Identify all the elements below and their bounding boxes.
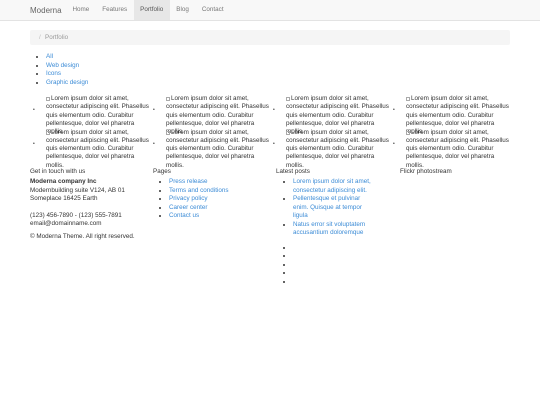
list-item: Contact us xyxy=(169,212,271,221)
list-item xyxy=(293,261,386,270)
portfolio-item[interactable]: • Lorem ipsum dolor sit amet, consectetur… xyxy=(150,128,270,169)
footer-contact: Get in touch with us Moderna company Inc… xyxy=(30,167,148,241)
flickr-title: Flickr photostream xyxy=(400,168,452,175)
bullet-icon: • xyxy=(393,107,395,113)
portfolio-item[interactable]: • Lorem ipsum dolor sit amet, consectetur… xyxy=(390,94,510,135)
filter-item: Graphic design xyxy=(46,79,88,88)
broken-image-icon xyxy=(406,130,410,135)
link-terms[interactable]: Terms and conditions xyxy=(169,187,229,194)
link-press-release[interactable]: Press release xyxy=(169,178,208,185)
filter-all[interactable]: All xyxy=(46,53,53,60)
breadcrumb: / Portfolio xyxy=(30,30,510,45)
empty-post-list xyxy=(285,244,386,287)
broken-image-icon xyxy=(406,97,410,101)
portfolio-row: • Lorem ipsum dolor sit amet, consectetur… xyxy=(30,128,510,169)
address-line-2: Someplace 16425 Earth xyxy=(30,195,98,202)
post-link[interactable]: Lorem ipsum dolor sit amet, consectetur … xyxy=(293,178,371,194)
contact-title: Get in touch with us xyxy=(30,168,86,175)
address-line-1: Modernbuilding suite V124, AB 01 xyxy=(30,186,125,194)
nav-features[interactable]: Features xyxy=(96,0,134,20)
list-item: Privacy policy xyxy=(169,195,271,204)
portfolio-item[interactable]: • Lorem ipsum dolor sit amet, consectetur… xyxy=(270,94,390,135)
list-item: Terms and conditions xyxy=(169,187,271,196)
nav-portfolio[interactable]: Portfolio xyxy=(133,0,170,20)
broken-image-icon xyxy=(166,97,170,101)
filter-web-design[interactable]: Web design xyxy=(46,62,79,69)
filter-graphic-design[interactable]: Graphic design xyxy=(46,79,88,86)
broken-image-icon xyxy=(166,130,170,135)
filter-item: Icons xyxy=(46,70,88,79)
bullet-icon: • xyxy=(273,140,275,147)
latest-posts-title: Latest posts xyxy=(276,168,310,175)
post-link[interactable]: Natus error sit voluptatem accusantium d… xyxy=(293,221,365,237)
footer-pages: Pages Press release Terms and conditions… xyxy=(153,167,271,221)
nav-contact[interactable]: Contact xyxy=(195,0,230,20)
portfolio-item[interactable]: • Lorem ipsum dolor sit amet, consectetur… xyxy=(30,128,150,169)
broken-image-icon xyxy=(286,97,290,101)
nav-blog[interactable]: Blog xyxy=(170,0,196,20)
nav-home[interactable]: Home xyxy=(66,0,96,20)
portfolio-image-alt: Lorem ipsum dolor sit amet, consectetur … xyxy=(406,128,509,169)
portfolio-image-alt: Lorem ipsum dolor sit amet, consectetur … xyxy=(166,128,269,169)
company-name: Moderna company Inc xyxy=(30,178,97,185)
copyright-text: © Moderna Theme. All right reserved. xyxy=(30,232,135,240)
footer-latest-posts: Latest posts Lorem ipsum dolor sit amet,… xyxy=(276,167,386,286)
list-item xyxy=(293,244,386,253)
post-link[interactable]: Pellentesque et pulvinar enim. Quisque a… xyxy=(293,195,362,219)
phone-numbers: (123) 456-7890 - (123) 555-7891 xyxy=(30,211,122,219)
bullet-icon: • xyxy=(393,140,395,147)
link-career[interactable]: Career center xyxy=(169,204,208,211)
bullet-icon: • xyxy=(153,107,155,113)
pages-title: Pages xyxy=(153,168,171,175)
filter-item: All xyxy=(46,53,88,62)
list-item: Pellentesque et pulvinar enim. Quisque a… xyxy=(293,195,375,221)
filter-item: Web design xyxy=(46,62,88,71)
list-item: Natus error sit voluptatem accusantium d… xyxy=(293,221,375,238)
broken-image-icon xyxy=(286,130,290,135)
list-item xyxy=(293,252,386,261)
bullet-icon: • xyxy=(33,107,35,113)
email-address: email@domainname.com xyxy=(30,220,102,227)
list-item: Press release xyxy=(169,178,271,187)
portfolio-grid: • Lorem ipsum dolor sit amet, consectetur… xyxy=(30,94,510,169)
latest-posts-list: Lorem ipsum dolor sit amet, consectetur … xyxy=(285,178,375,238)
filter-icons[interactable]: Icons xyxy=(46,70,61,77)
link-privacy[interactable]: Privacy policy xyxy=(169,195,208,202)
bullet-icon: • xyxy=(153,140,155,147)
portfolio-item[interactable]: • Lorem ipsum dolor sit amet, consectetur… xyxy=(150,94,270,135)
list-item xyxy=(293,278,386,287)
list-item: Lorem ipsum dolor sit amet, consectetur … xyxy=(293,178,375,195)
bullet-icon: • xyxy=(273,107,275,113)
top-navbar: Moderna Home Features Portfolio Blog Con… xyxy=(0,0,540,21)
footer-flickr: Flickr photostream xyxy=(400,167,510,176)
list-item: Career center xyxy=(169,204,271,213)
portfolio-item[interactable]: • Lorem ipsum dolor sit amet, consectetur… xyxy=(270,128,390,169)
breadcrumb-current: Portfolio xyxy=(45,34,69,41)
brand-logo[interactable]: Moderna xyxy=(30,6,62,15)
bullet-icon: • xyxy=(33,140,35,147)
portfolio-row: • Lorem ipsum dolor sit amet, consectetur… xyxy=(30,94,510,135)
link-contact-us[interactable]: Contact us xyxy=(169,212,199,219)
portfolio-item[interactable]: • Lorem ipsum dolor sit amet, consectetur… xyxy=(30,94,150,135)
portfolio-image-alt: Lorem ipsum dolor sit amet, consectetur … xyxy=(286,128,389,169)
broken-image-icon xyxy=(46,97,50,101)
portfolio-image-alt: Lorem ipsum dolor sit amet, consectetur … xyxy=(46,128,149,169)
broken-image-icon xyxy=(46,130,50,135)
portfolio-filter-list: All Web design Icons Graphic design xyxy=(37,53,88,87)
portfolio-item[interactable]: • Lorem ipsum dolor sit amet, consectetur… xyxy=(390,128,510,169)
main-nav: Home Features Portfolio Blog Contact xyxy=(66,0,230,20)
breadcrumb-separator: / xyxy=(39,34,41,41)
list-item xyxy=(293,269,386,278)
pages-link-list: Press release Terms and conditions Priva… xyxy=(161,178,271,221)
